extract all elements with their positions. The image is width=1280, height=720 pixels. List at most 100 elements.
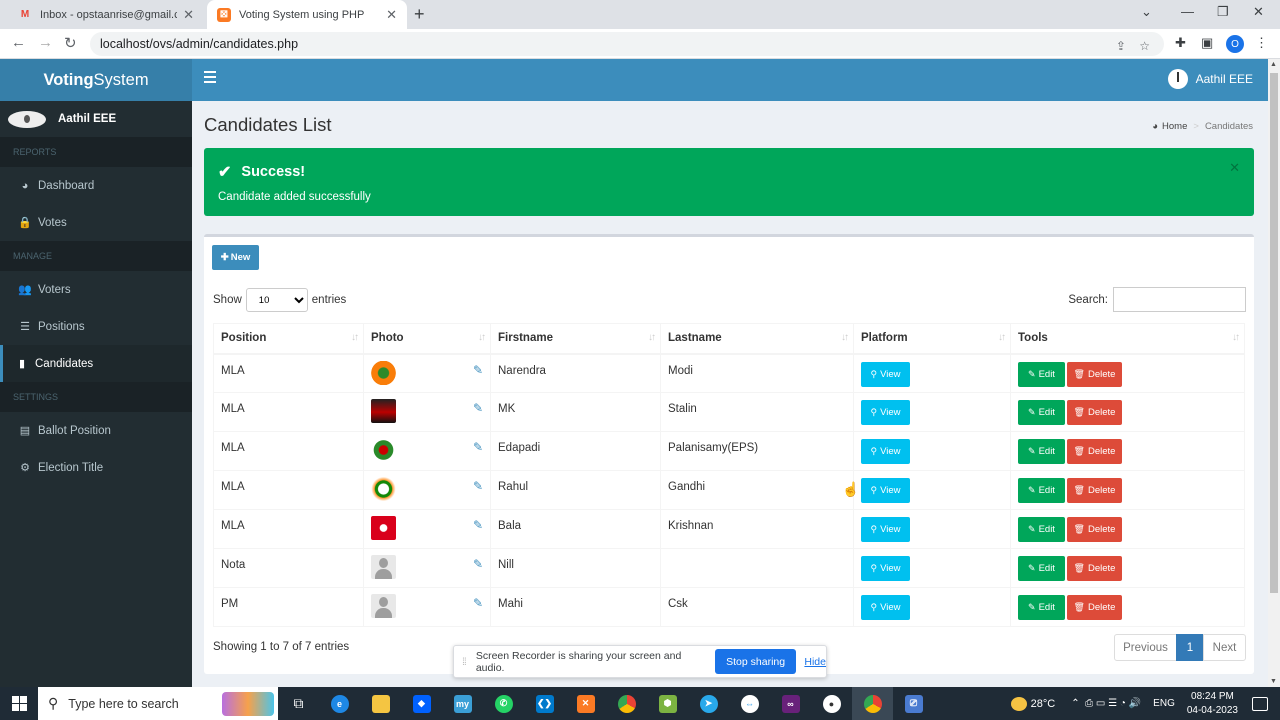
file-explorer-icon[interactable] [360,687,401,720]
breadcrumb-home[interactable]: Home [1162,121,1187,132]
scroll-up-icon[interactable]: ▲ [1270,61,1277,68]
page-scrollbar[interactable]: ▲ ▼ [1268,59,1280,687]
search-input[interactable] [1113,287,1246,312]
xampp-icon[interactable]: ✕ [565,687,606,720]
task-view-icon[interactable]: ⧉ [278,687,319,720]
scroll-down-icon[interactable]: ▼ [1270,678,1277,685]
new-candidate-button[interactable]: ✚ New [212,245,259,270]
mysql-workbench-icon[interactable]: my [442,687,483,720]
new-tab-icon[interactable]: + [414,4,425,25]
edit-button[interactable]: ✎ Edit [1018,361,1065,387]
weather-temp[interactable]: 28°C [1031,698,1056,710]
edit-button[interactable]: ✎ Edit [1018,478,1065,503]
user-menu[interactable]: Aathil EEE [1167,69,1253,89]
screen-recorder-icon[interactable]: ⎚ [893,687,934,720]
delete-button[interactable]: 🗑 Delete [1067,361,1122,387]
sidebar-toggle-icon[interactable] [204,71,216,86]
teamviewer-icon[interactable]: ⇔ [729,687,770,720]
view-platform-button[interactable]: ⚲ View [861,595,910,620]
sidebar-item-voters[interactable]: 👥 Voters [0,271,192,308]
delete-button[interactable]: 🗑 Delete [1067,478,1122,503]
column-header-firstname[interactable]: Firstname ↓↑ [490,323,661,355]
edit-photo-icon[interactable]: ✎ [473,440,483,454]
extensions-icon[interactable]: ✚ [1175,35,1186,51]
language-indicator[interactable]: ENG [1153,698,1175,709]
edit-button[interactable]: ✎ Edit [1018,517,1065,542]
column-header-platform[interactable]: Platform ↓↑ [853,323,1011,355]
tab-gmail-inbox[interactable]: M Inbox - opstaanrise@gmail.com ✕ [8,0,204,29]
hide-link[interactable]: Hide [804,656,826,668]
sidebar-item-candidates[interactable]: ▮ Candidates [0,345,192,382]
edit-button[interactable]: ✎ Edit [1018,400,1065,425]
view-platform-button[interactable]: ⚲ View [861,478,910,503]
whatsapp-icon[interactable]: ✆ [483,687,524,720]
notification-icon[interactable] [1252,696,1268,711]
column-header-tools[interactable]: Tools ↓↑ [1010,323,1245,355]
weather-icon[interactable] [1010,696,1027,711]
tray-icons[interactable]: ⌃ ⎙ ▭ ☰ ◔ 🔊 [1071,698,1141,709]
minimize-icon[interactable]: — [1181,4,1194,19]
column-header-photo[interactable]: Photo ↓↑ [363,323,491,355]
view-platform-button[interactable]: ⚲ View [861,517,910,542]
windows-start-icon[interactable] [0,687,38,720]
app-logo[interactable]: Voting System [0,59,192,101]
drag-handle-icon[interactable]: ⁞⁞ [462,656,467,668]
tab-voting-system[interactable]: ⊠ Voting System using PHP ✕ [207,0,407,29]
profile-avatar[interactable]: O [1226,35,1244,53]
edit-photo-icon[interactable]: ✎ [473,518,483,532]
clock[interactable]: 08:24 PM 04-04-2023 [1187,690,1238,718]
column-header-lastname[interactable]: Lastname ↓↑ [660,323,854,355]
entries-select[interactable]: 10 [245,288,308,312]
edit-button[interactable]: ✎ Edit [1018,556,1065,581]
pagination-next[interactable]: Next [1203,634,1246,661]
pagination-page[interactable]: 1 [1176,634,1204,661]
back-icon[interactable]: ← [11,34,26,51]
address-bar[interactable]: i localhost/ovs/admin/candidates.php ⇪ ☆ [90,32,1164,448]
scrollbar-thumb[interactable] [1270,73,1278,593]
view-platform-button[interactable]: ⚲ View [861,361,910,387]
delete-button[interactable]: 🗑 Delete [1067,556,1122,581]
edit-photo-icon[interactable]: ✎ [473,401,483,415]
side-panel-icon[interactable]: ▣ [1201,35,1213,51]
delete-button[interactable]: 🗑 Delete [1067,439,1122,464]
vscode-icon[interactable]: ❮❯ [524,687,565,720]
chrome-icon[interactable] [606,687,647,720]
edge-icon[interactable]: e [319,687,360,720]
edit-photo-icon[interactable]: ✎ [473,479,483,493]
edit-photo-icon[interactable]: ✎ [473,596,483,610]
close-icon[interactable]: ✕ [183,7,194,23]
maximize-icon[interactable]: ❐ [1217,4,1229,20]
edit-photo-icon[interactable]: ✎ [473,363,483,377]
stop-sharing-button[interactable]: Stop sharing [714,649,797,674]
dropbox-icon[interactable]: ◆ [401,687,442,720]
taskbar-search[interactable]: ⚲ Type here to search [38,687,278,720]
bookmark-star-icon[interactable]: ⇪ ☆ [1116,39,1150,53]
app-circle-icon[interactable]: ● [811,687,852,720]
sidebar-item-election-title[interactable]: ⚙ Election Title [0,449,192,486]
telegram-icon[interactable]: ➤ [688,687,729,720]
sidebar-item-dashboard[interactable]: ◕ Dashboard [0,167,192,204]
visual-studio-icon[interactable]: ∞ [770,687,811,720]
delete-button[interactable]: 🗑 Delete [1067,400,1122,425]
chrome-active-icon[interactable] [852,687,893,720]
tab-search-icon[interactable]: ⌄ [1141,4,1152,20]
forward-icon[interactable]: → [38,34,53,51]
edit-photo-icon[interactable]: ✎ [473,557,483,571]
delete-button[interactable]: 🗑 Delete [1067,595,1122,620]
close-icon[interactable]: ✕ [1229,160,1240,176]
edit-button[interactable]: ✎ Edit [1018,439,1065,464]
column-header-position[interactable]: Position ↓↑ [213,323,364,355]
view-platform-button[interactable]: ⚲ View [861,400,910,425]
sidebar-item-positions[interactable]: ☰ Positions [0,308,192,345]
sidebar-item-ballot-position[interactable]: ▤ Ballot Position [0,412,192,449]
edit-button[interactable]: ✎ Edit [1018,595,1065,620]
sidebar-item-votes[interactable]: 🔒 Votes [0,204,192,241]
reload-icon[interactable]: ↻ [64,34,77,52]
menu-icon[interactable]: ⋮ [1255,35,1268,51]
close-window-icon[interactable]: ✕ [1253,4,1264,20]
app-hexagon-icon[interactable]: ⬢ [647,687,688,720]
delete-button[interactable]: 🗑 Delete [1067,517,1122,542]
close-icon[interactable]: ✕ [386,7,397,23]
view-platform-button[interactable]: ⚲ View [861,439,910,464]
view-platform-button[interactable]: ⚲ View [861,556,910,581]
